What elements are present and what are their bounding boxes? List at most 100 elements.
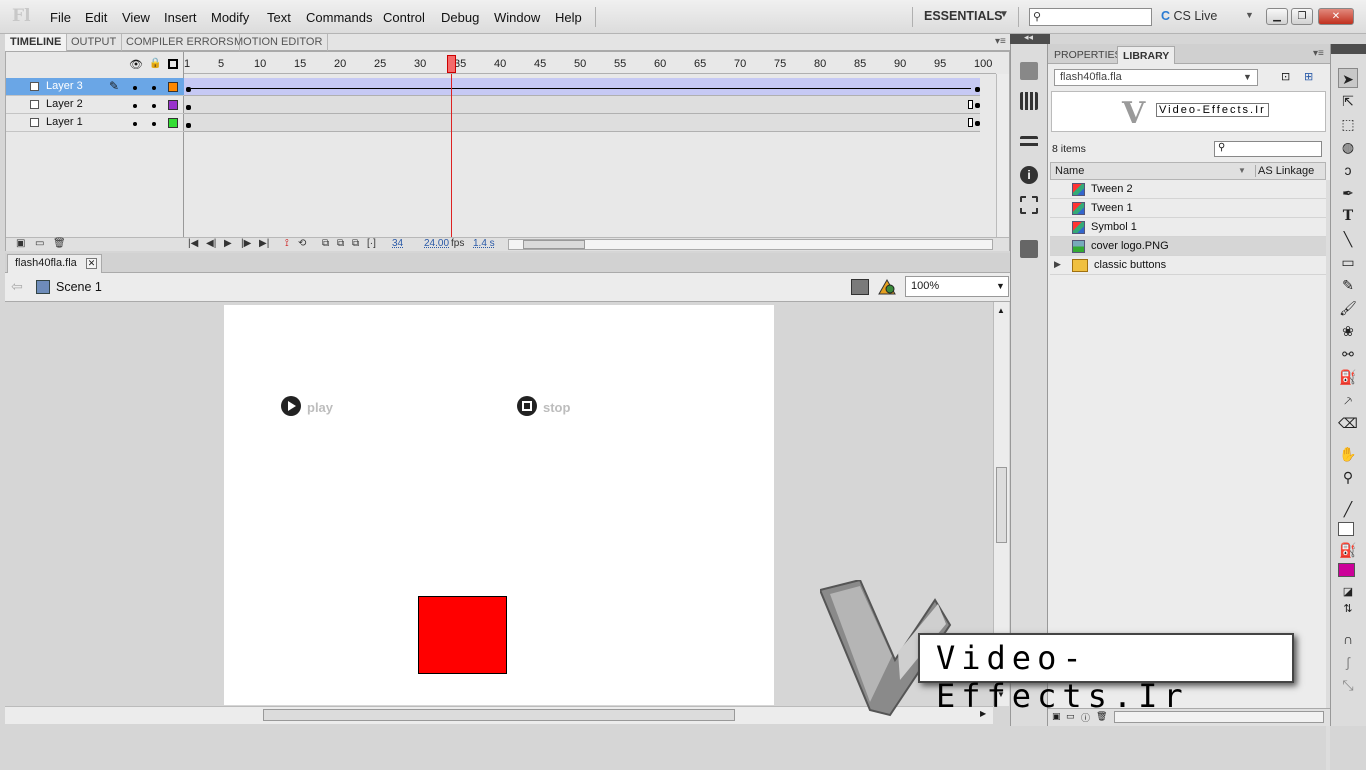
zoom-select[interactable]: 100% ▼ xyxy=(905,276,1009,297)
outline-icon[interactable] xyxy=(168,59,178,69)
tab-motion-editor[interactable]: MOTION EDITOR xyxy=(229,34,329,51)
edit-symbols-icon[interactable] xyxy=(878,278,896,295)
menu-commands[interactable]: Commands xyxy=(306,10,372,25)
close-button[interactable]: ✕ xyxy=(1318,8,1354,25)
components-icon[interactable] xyxy=(1020,240,1038,258)
expand-arrow-icon[interactable]: ▶ xyxy=(1054,259,1061,270)
menu-debug[interactable]: Debug xyxy=(441,10,479,25)
paint-bucket-tool-icon[interactable]: ⛽ xyxy=(1338,367,1358,387)
trash-icon[interactable]: 🗑 xyxy=(53,238,66,249)
library-item[interactable]: Tween 2 xyxy=(1050,180,1326,199)
new-library-panel-icon[interactable]: ⊞ xyxy=(1304,70,1313,83)
layer-name[interactable]: Layer 3 xyxy=(46,80,83,92)
lasso-tool-icon[interactable]: ↄ xyxy=(1338,160,1358,180)
menu-window[interactable]: Window xyxy=(494,10,540,25)
layer-row[interactable]: Layer 2 xyxy=(6,96,184,114)
layer-1-frames[interactable] xyxy=(184,114,980,132)
column-as-linkage[interactable]: AS Linkage xyxy=(1255,165,1314,177)
menu-insert[interactable]: Insert xyxy=(164,10,197,25)
layer-row[interactable]: Layer 1 xyxy=(6,114,184,132)
library-item[interactable]: ▶ classic buttons xyxy=(1050,256,1326,275)
timeline-horizontal-scrollbar[interactable] xyxy=(508,239,993,250)
keyframe[interactable] xyxy=(975,103,980,108)
frame-rate[interactable]: 24.00 xyxy=(424,238,449,249)
free-transform-tool-icon[interactable]: ⬚ xyxy=(1338,114,1358,134)
info-icon[interactable]: i xyxy=(1020,166,1038,184)
go-to-first-frame-icon[interactable]: |◀ xyxy=(188,238,198,249)
keyframe[interactable] xyxy=(186,123,191,128)
layer-color-swatch[interactable] xyxy=(168,100,178,110)
deco-tool-icon[interactable]: ❀ xyxy=(1338,321,1358,341)
brush-tool-icon[interactable]: 🖌 xyxy=(1338,298,1358,318)
center-frame-icon[interactable]: ⟟ xyxy=(285,238,289,249)
library-item[interactable]: cover logo.PNG xyxy=(1050,237,1326,256)
hand-tool-icon[interactable]: ✋ xyxy=(1338,444,1358,464)
tab-library[interactable]: LIBRARY xyxy=(1117,46,1176,64)
play-icon[interactable]: ▶ xyxy=(224,238,232,249)
minimize-button[interactable]: ▁ xyxy=(1266,8,1288,25)
tab-output[interactable]: OUTPUT xyxy=(66,34,123,51)
step-back-icon[interactable]: ◀| xyxy=(206,238,216,249)
text-tool-icon[interactable]: T xyxy=(1338,206,1358,226)
transform-icon[interactable] xyxy=(1020,196,1038,214)
timeline-vertical-scrollbar[interactable] xyxy=(996,74,1009,237)
stop-button[interactable] xyxy=(517,396,537,416)
layer-color-swatch[interactable] xyxy=(168,82,178,92)
onion-skin-icon[interactable]: ⧉ xyxy=(322,238,329,249)
fill-color-swatch[interactable] xyxy=(1338,563,1355,577)
panel-menu-icon[interactable]: ▾≡ xyxy=(995,36,1006,47)
visibility-dot[interactable] xyxy=(133,122,137,126)
zoom-tool-icon[interactable]: ⚲ xyxy=(1338,467,1358,487)
eraser-tool-icon[interactable]: ⌫ xyxy=(1338,413,1358,433)
chevron-down-icon[interactable]: ▼ xyxy=(999,9,1009,20)
rectangle-tool-icon[interactable]: ▭ xyxy=(1338,252,1358,272)
bone-tool-icon[interactable]: ⚯ xyxy=(1338,344,1358,364)
playhead[interactable] xyxy=(447,55,456,73)
pencil-tool-icon[interactable]: ✎ xyxy=(1338,275,1358,295)
workspace-switcher[interactable]: ESSENTIALS xyxy=(924,9,1003,23)
subselection-tool-icon[interactable]: ⇱ xyxy=(1338,91,1358,111)
help-search-input[interactable]: ⚲ xyxy=(1029,8,1152,26)
lock-dot[interactable] xyxy=(152,86,156,90)
layer-color-swatch[interactable] xyxy=(168,118,178,128)
current-frame[interactable]: 34 xyxy=(392,238,403,249)
visibility-dot[interactable] xyxy=(133,104,137,108)
chevron-down-icon[interactable]: ▼ xyxy=(1243,70,1252,85)
scroll-thumb[interactable] xyxy=(996,467,1007,543)
menu-edit[interactable]: Edit xyxy=(85,10,107,25)
color-panel-icon[interactable] xyxy=(1020,62,1038,80)
chevron-down-icon[interactable]: ▼ xyxy=(996,277,1005,296)
menu-view[interactable]: View xyxy=(122,10,150,25)
library-item[interactable]: Symbol 1 xyxy=(1050,218,1326,237)
align-icon[interactable] xyxy=(1020,136,1038,154)
restore-button[interactable]: ❐ xyxy=(1291,8,1313,25)
new-folder-icon[interactable]: ▭ xyxy=(35,238,44,249)
sort-arrow-icon[interactable]: ▼ xyxy=(1238,166,1246,175)
layer-3-frames[interactable] xyxy=(184,78,980,96)
play-button[interactable] xyxy=(281,396,301,416)
library-item[interactable]: Tween 1 xyxy=(1050,199,1326,218)
menu-help[interactable]: Help xyxy=(555,10,582,25)
edit-scene-icon[interactable] xyxy=(851,279,869,295)
frame-ruler[interactable]: 1 5 10 15 20 25 30 35 40 45 50 55 60 65 … xyxy=(184,52,996,74)
scroll-up-icon[interactable]: ▲ xyxy=(997,306,1005,315)
onion-outline-icon[interactable]: ⧉ xyxy=(337,238,344,249)
lock-dot[interactable] xyxy=(152,104,156,108)
step-forward-icon[interactable]: |▶ xyxy=(241,238,251,249)
modify-markers-icon[interactable]: [·] xyxy=(367,238,376,249)
swatches-icon[interactable] xyxy=(1020,92,1038,110)
lock-dot[interactable] xyxy=(152,122,156,126)
layer-2-frames[interactable] xyxy=(184,96,980,114)
layer-row[interactable]: Layer 3 ✎ xyxy=(6,78,184,96)
menu-modify[interactable]: Modify xyxy=(211,10,249,25)
scene-breadcrumb[interactable]: Scene 1 xyxy=(56,280,102,294)
keyframe[interactable] xyxy=(975,87,980,92)
snap-to-objects-icon[interactable]: ∩ xyxy=(1338,629,1358,649)
tab-timeline[interactable]: TIMELINE xyxy=(5,34,68,51)
column-name[interactable]: Name xyxy=(1055,165,1084,177)
visibility-dot[interactable] xyxy=(133,86,137,90)
menu-control[interactable]: Control xyxy=(383,10,425,25)
scroll-thumb[interactable] xyxy=(523,240,585,249)
edit-multiple-frames-icon[interactable]: ⧉ xyxy=(352,238,359,249)
3d-rotation-tool-icon[interactable]: ◍ xyxy=(1338,137,1358,157)
